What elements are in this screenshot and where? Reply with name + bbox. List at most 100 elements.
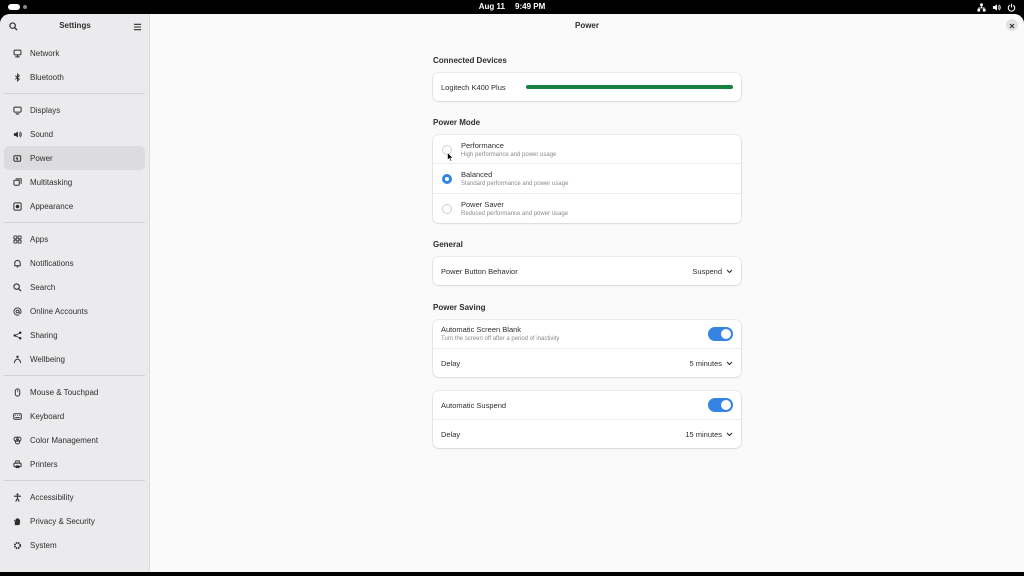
chevron-down-icon <box>726 267 733 276</box>
option-subtitle: Standard performance and power usage <box>461 181 569 187</box>
sidebar-item-label: Displays <box>30 105 61 115</box>
option-subtitle: High performance and power usage <box>461 152 557 158</box>
sidebar-header: Settings <box>0 14 149 40</box>
sidebar-item-wellbeing[interactable]: Wellbeing <box>4 347 145 371</box>
dropdown-value: 15 minutes <box>685 430 722 439</box>
sidebar-separator <box>4 375 145 376</box>
chevron-down-icon <box>726 430 733 439</box>
option-label: Power Saver <box>461 200 504 209</box>
sidebar-item-accessibility[interactable]: Accessibility <box>4 485 145 509</box>
section-title-connected-devices: Connected Devices <box>433 56 507 65</box>
suspend-toggle[interactable] <box>708 398 733 412</box>
sidebar-item-apps[interactable]: Apps <box>4 227 145 251</box>
screen-blank-subtitle: Turn the screen off after a period of in… <box>441 336 560 342</box>
sidebar-item-sound[interactable]: Sound <box>4 122 145 146</box>
power-mode-option-balanced[interactable]: Balanced Standard performance and power … <box>433 164 741 194</box>
sidebar-item-online-accounts[interactable]: Online Accounts <box>4 299 145 323</box>
screen-blank-delay-row[interactable]: Delay 5 minutes <box>433 349 741 377</box>
radio-balanced[interactable] <box>442 174 452 184</box>
sidebar-item-printers[interactable]: Printers <box>4 452 145 476</box>
automatic-screen-blank-row: Automatic Screen Blank Turn the screen o… <box>433 320 741 349</box>
page-title: Power <box>574 21 599 30</box>
sidebar-item-label: Network <box>30 48 60 58</box>
power-mode-option-power-saver[interactable]: Power Saver Reduced performance and powe… <box>433 194 741 223</box>
sidebar-item-bluetooth[interactable]: Bluetooth <box>4 65 145 89</box>
suspend-label: Automatic Suspend <box>441 401 507 410</box>
sidebar-item-mouse-touchpad[interactable]: Mouse & Touchpad <box>4 380 145 404</box>
sidebar-item-color-management[interactable]: Color Management <box>4 428 145 452</box>
screen-blank-toggle[interactable] <box>708 327 733 341</box>
sidebar-item-label: Notifications <box>30 258 74 268</box>
display-icon <box>12 105 22 115</box>
chevron-down-icon <box>726 359 733 368</box>
toggle-knob <box>721 329 731 339</box>
sidebar-group-system: Accessibility Privacy & Security System <box>0 485 149 557</box>
sidebar-item-label: Keyboard <box>30 411 65 421</box>
hand-icon <box>12 516 22 526</box>
power-button-behavior-label: Power Button Behavior <box>441 267 518 276</box>
accessibility-icon <box>12 492 22 502</box>
sidebar-item-notifications[interactable]: Notifications <box>4 251 145 275</box>
screen-blank-delay-dropdown[interactable]: 5 minutes <box>689 359 733 368</box>
sidebar-item-multitasking[interactable]: Multitasking <box>4 170 145 194</box>
sidebar-group-devices: Displays Sound Power Multitasking Appear… <box>0 98 149 218</box>
clock-time: 9:49 PM <box>515 2 546 11</box>
option-label: Balanced <box>461 170 493 179</box>
mouse-cursor-icon <box>447 149 454 167</box>
clock-date: Aug 11 <box>478 2 505 11</box>
screen-blank-label: Automatic Screen Blank <box>441 325 522 334</box>
sidebar-item-search[interactable]: Search <box>4 275 145 299</box>
screen: Aug 11 9:49 PM Settings Network Bluetooth <box>0 0 1024 576</box>
toggle-knob <box>721 400 731 410</box>
radio-power-saver[interactable] <box>442 204 452 214</box>
sound-icon <box>12 129 22 139</box>
sidebar-item-system[interactable]: System <box>4 533 145 557</box>
system-tray[interactable] <box>977 1 1016 13</box>
sidebar-item-appearance[interactable]: Appearance <box>4 194 145 218</box>
sidebar-item-label: Search <box>30 282 56 292</box>
section-title-general: General <box>433 240 463 249</box>
device-name: Logitech K400 Plus <box>441 83 506 92</box>
settings-window: Settings Network Bluetooth Displays Soun… <box>0 14 1024 572</box>
sidebar-item-privacy-security[interactable]: Privacy & Security <box>4 509 145 533</box>
sidebar-item-sharing[interactable]: Sharing <box>4 323 145 347</box>
power-icon <box>1007 3 1016 12</box>
suspend-delay-dropdown[interactable]: 15 minutes <box>685 430 733 439</box>
power-mode-option-performance[interactable]: Performance High performance and power u… <box>433 135 741 164</box>
sidebar-item-label: Sound <box>30 129 54 139</box>
close-icon <box>1009 16 1015 34</box>
sidebar-item-keyboard[interactable]: Keyboard <box>4 404 145 428</box>
clock[interactable]: Aug 11 9:49 PM <box>0 1 1024 12</box>
suspend-delay-row[interactable]: Delay 15 minutes <box>433 420 741 448</box>
sidebar-item-label: Color Management <box>30 435 99 445</box>
sidebar-item-power[interactable]: Power <box>4 146 145 170</box>
close-button[interactable] <box>1006 19 1018 31</box>
network-icon <box>977 2 986 12</box>
sidebar-item-label: Wellbeing <box>30 354 65 364</box>
sidebar-item-label: Bluetooth <box>30 72 64 82</box>
network-icon <box>12 48 22 58</box>
connected-devices-card: Logitech K400 Plus <box>433 73 741 101</box>
sidebar-item-label: Printers <box>30 459 58 469</box>
bell-icon <box>12 258 22 268</box>
sidebar-separator <box>4 480 145 481</box>
menu-button[interactable] <box>130 20 144 34</box>
delay-label: Delay <box>441 359 461 368</box>
screen-blank-card: Automatic Screen Blank Turn the screen o… <box>433 320 741 377</box>
general-card: Power Button Behavior Suspend <box>433 257 741 285</box>
share-icon <box>12 330 22 340</box>
palette-icon <box>12 435 22 445</box>
sidebar-item-displays[interactable]: Displays <box>4 98 145 122</box>
sidebar-group-hardware: Mouse & Touchpad Keyboard Color Manageme… <box>0 380 149 476</box>
main-panel: Power Connected Devices Logitech K400 Pl… <box>150 14 1024 572</box>
sidebar-separator <box>4 93 145 94</box>
hamburger-icon <box>133 18 142 36</box>
power-button-behavior-dropdown[interactable]: Suspend <box>692 267 733 276</box>
sidebar-item-network[interactable]: Network <box>4 41 145 65</box>
power-button-behavior-row[interactable]: Power Button Behavior Suspend <box>433 257 741 285</box>
bluetooth-icon <box>12 72 22 82</box>
sidebar-item-label: Mouse & Touchpad <box>30 387 99 397</box>
device-row: Logitech K400 Plus <box>433 73 741 101</box>
sidebar-group-apps: Apps Notifications Search Online Account… <box>0 227 149 371</box>
sidebar-item-label: Accessibility <box>30 492 74 502</box>
